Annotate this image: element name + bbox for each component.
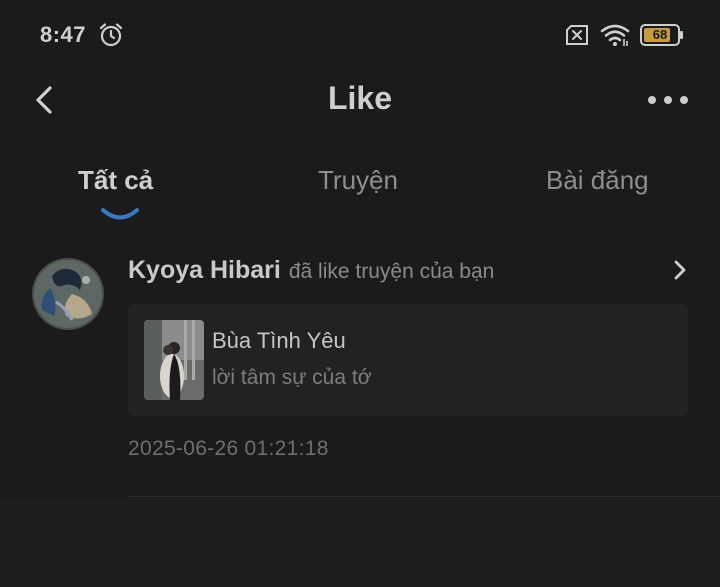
tab-bar: Tất cả Truyện Bài đăng bbox=[0, 155, 720, 225]
page-title: Like bbox=[327, 80, 393, 116]
notification-item[interactable]: Kyoya Hibari đã like truyện của bạn Bùa T… bbox=[0, 242, 720, 498]
tab-stories[interactable]: Truyện bbox=[318, 165, 398, 196]
avatar[interactable] bbox=[32, 258, 104, 330]
app-header: Like bbox=[0, 70, 720, 132]
notification-text: Kyoya Hibari đã like truyện của bạn bbox=[128, 256, 494, 285]
story-subtitle: lời tâm sự của tớ bbox=[212, 366, 372, 389]
user-name[interactable]: Kyoya Hibari bbox=[128, 256, 281, 284]
alarm-icon bbox=[99, 23, 123, 47]
story-card[interactable]: Bùa Tình Yêu lời tâm sự của tớ bbox=[128, 304, 688, 416]
notification-action: đã like truyện của bạn bbox=[288, 260, 495, 283]
story-title: Bùa Tình Yêu bbox=[212, 328, 346, 353]
no-sim-icon bbox=[566, 25, 588, 45]
battery-icon: 68 bbox=[640, 24, 684, 46]
status-icons: 68 bbox=[564, 22, 684, 48]
more-button[interactable] bbox=[644, 82, 692, 118]
chevron-right-icon[interactable] bbox=[672, 258, 688, 282]
divider bbox=[128, 496, 720, 497]
status-bar: 8:47 68 bbox=[0, 0, 720, 70]
story-cover-image bbox=[144, 320, 204, 400]
wifi-icon bbox=[600, 24, 630, 46]
tab-posts[interactable]: Bài đăng bbox=[546, 165, 649, 196]
battery-level: 68 bbox=[652, 27, 668, 42]
status-time: 8:47 bbox=[40, 22, 87, 47]
notification-timestamp: 2025-06-26 01:21:18 bbox=[128, 437, 329, 460]
tab-all[interactable]: Tất cả bbox=[78, 165, 153, 196]
tab-indicator bbox=[101, 208, 139, 220]
empty-list-area bbox=[0, 498, 720, 587]
